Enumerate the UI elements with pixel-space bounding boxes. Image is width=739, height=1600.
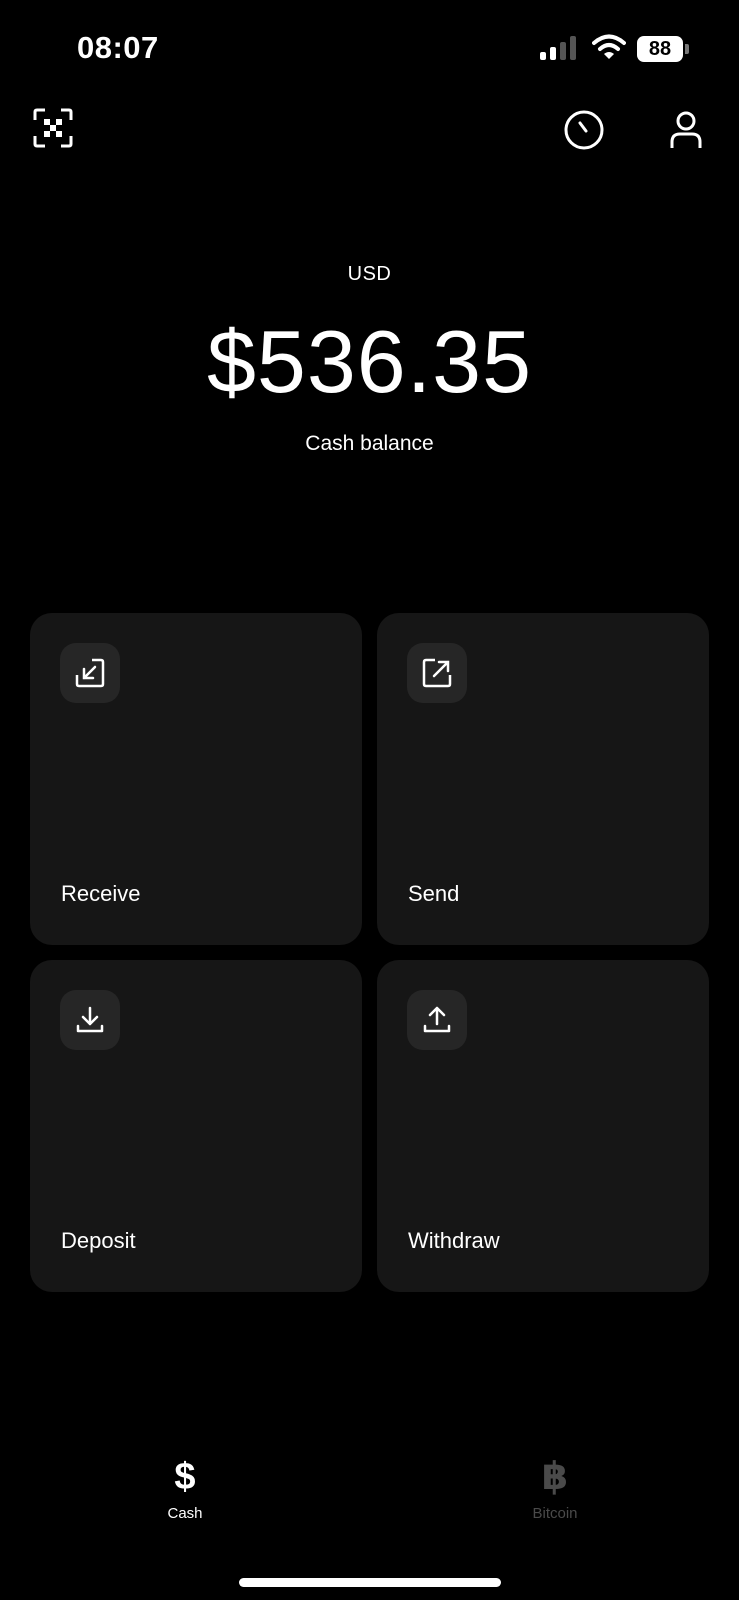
upload-icon (407, 990, 467, 1050)
clock-icon[interactable] (562, 108, 606, 152)
withdraw-label: Withdraw (408, 1228, 500, 1253)
deposit-label: Deposit (61, 1228, 136, 1253)
status-time: 08:07 (77, 30, 159, 65)
bitcoin-icon: ฿ (541, 1456, 569, 1498)
cellular-signal-icon (540, 36, 580, 60)
download-icon (60, 990, 120, 1050)
balance-label: Cash balance (305, 432, 434, 455)
qr-scan-icon[interactable] (31, 106, 75, 150)
nav-bitcoin[interactable]: ฿ Bitcoin (500, 1455, 610, 1522)
nav-bitcoin-label: Bitcoin (532, 1505, 578, 1522)
arrow-down-left-icon (60, 643, 120, 703)
send-label: Send (408, 881, 460, 906)
status-bar: 08:07 88 (0, 0, 739, 96)
battery-level: 88 (637, 36, 683, 62)
arrow-up-right-icon (407, 643, 467, 703)
battery-icon: 88 (637, 36, 689, 62)
nav-cash[interactable]: $ Cash (130, 1455, 240, 1522)
dollar-icon: $ (174, 1456, 196, 1498)
send-button[interactable]: Send (377, 613, 709, 945)
balance-amount: $536.35 (206, 312, 533, 411)
nav-cash-label: Cash (167, 1505, 203, 1522)
currency-code: USD (347, 263, 392, 285)
home-indicator[interactable] (239, 1578, 501, 1587)
receive-button[interactable]: Receive (30, 613, 362, 945)
withdraw-button[interactable]: Withdraw (377, 960, 709, 1292)
deposit-button[interactable]: Deposit (30, 960, 362, 1292)
profile-icon[interactable] (664, 108, 708, 152)
wifi-icon (592, 33, 626, 61)
receive-label: Receive (61, 881, 141, 906)
